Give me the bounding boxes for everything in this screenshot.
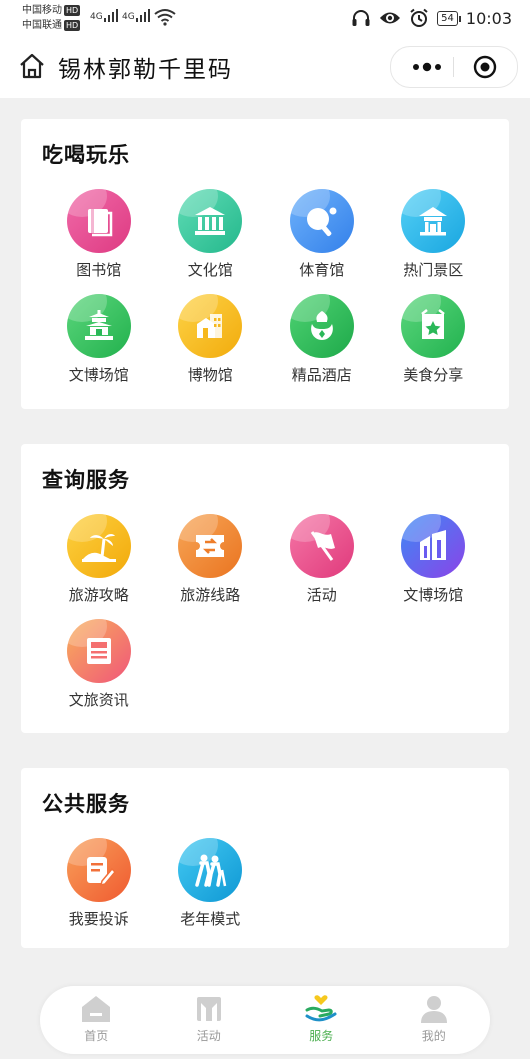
carrier-2: 中国联通	[22, 20, 62, 31]
service-travel-routes[interactable]: 旅游线路	[155, 514, 267, 605]
service-museum-venue[interactable]: 文博场馆	[43, 294, 155, 385]
hd-badge: HD	[64, 5, 81, 16]
service-label: 图书馆	[76, 261, 122, 279]
service-elderly-mode[interactable]: 老年模式	[155, 838, 267, 929]
tab-profile[interactable]: 我的	[389, 986, 479, 1054]
ticket-icon	[178, 514, 243, 578]
section-title: 查询服务	[42, 468, 130, 492]
service-label: 精品酒店	[291, 366, 352, 384]
service-travel-guide[interactable]: 旅游攻略	[43, 514, 155, 605]
service-library[interactable]: 图书馆	[43, 189, 155, 280]
service-label: 热门景区	[403, 261, 464, 279]
service-complaint[interactable]: 我要投诉	[43, 838, 155, 929]
elderly-icon	[178, 838, 243, 902]
section-food-fun: 吃喝玩乐 图书馆 文化馆 体育馆 热门景区 文博场馆 博物馆 精品酒店 美食分享	[21, 119, 509, 409]
signal-icon: 4G	[90, 8, 118, 22]
capsule-divider	[453, 57, 454, 77]
bottom-tab-bar: 首页 活动 服务 我的	[40, 986, 490, 1054]
nav-bar: 锡林郭勒千里码	[0, 36, 530, 98]
service-label: 文化馆	[187, 261, 233, 279]
hd-badge: HD	[64, 20, 81, 31]
carrier-1: 中国移动	[22, 5, 62, 16]
section-query-services: 查询服务 旅游攻略 旅游线路 活动 文博场馆 文旅资讯	[21, 444, 509, 733]
pavilion-icon	[401, 189, 466, 253]
service-label: 文博场馆	[68, 366, 129, 384]
complaint-edit-icon	[66, 838, 131, 902]
wifi-icon	[154, 9, 176, 26]
ping-pong-icon	[289, 189, 354, 253]
tab-activity[interactable]: 活动	[164, 986, 254, 1054]
newspaper-icon	[66, 619, 131, 683]
temple-icon	[66, 294, 131, 358]
service-label: 体育馆	[299, 261, 345, 279]
service-scenic-spots[interactable]: 热门景区	[378, 189, 490, 280]
service-label: 我要投诉	[68, 910, 129, 928]
home-icon[interactable]	[18, 52, 46, 80]
clock: 10:03	[465, 8, 512, 28]
status-bar: 中国移动 HD 中国联通 HD 4G 4G 54 10:03	[0, 0, 530, 36]
headphones-icon	[352, 10, 370, 26]
hotel-icon	[289, 294, 354, 358]
service-food-share[interactable]: 美食分享	[378, 294, 490, 385]
buildings-icon	[178, 294, 243, 358]
service-tab-icon	[305, 995, 337, 1022]
service-boutique-hotel[interactable]: 精品酒店	[266, 294, 378, 385]
service-label: 博物馆	[187, 366, 233, 384]
service-label: 旅游攻略	[68, 586, 129, 604]
tab-service[interactable]: 服务	[276, 986, 366, 1054]
mini-program-capsule	[390, 46, 518, 88]
activity-tab-icon	[196, 997, 221, 1021]
more-icon[interactable]	[407, 59, 447, 75]
service-gym[interactable]: 体育馆	[266, 189, 378, 280]
tab-label: 活动	[196, 1029, 221, 1043]
status-icons: 54 10:03	[351, 8, 512, 28]
service-travel-news[interactable]: 文旅资讯	[43, 619, 155, 710]
tab-home[interactable]: 首页	[51, 986, 141, 1054]
carrier-info: 中国移动 HD 中国联通 HD	[22, 3, 81, 33]
service-label: 旅游线路	[180, 586, 241, 604]
city-building-icon	[401, 514, 466, 578]
service-label: 文博场馆	[403, 586, 464, 604]
book-icon	[66, 189, 131, 253]
alarm-icon	[410, 8, 428, 27]
service-label: 文旅资讯	[68, 691, 129, 709]
eye-icon	[380, 12, 401, 24]
service-label: 活动	[306, 586, 337, 604]
food-bag-icon	[401, 294, 466, 358]
signal-icon: 4G	[122, 8, 150, 22]
service-activity[interactable]: 活动	[266, 514, 378, 605]
section-title: 吃喝玩乐	[42, 143, 130, 167]
home-tab-icon	[82, 996, 111, 1022]
service-museum[interactable]: 博物馆	[155, 294, 267, 385]
service-cultural-center[interactable]: 文化馆	[155, 189, 267, 280]
service-museum-venue-2[interactable]: 文博场馆	[378, 514, 490, 605]
page-title: 锡林郭勒千里码	[58, 57, 233, 83]
service-label: 老年模式	[180, 910, 241, 928]
section-public-services: 公共服务 我要投诉 老年模式	[21, 768, 509, 948]
section-title: 公共服务	[42, 792, 130, 816]
tab-label: 首页	[84, 1029, 109, 1043]
tab-label: 服务	[309, 1029, 334, 1043]
battery-indicator: 54	[437, 10, 461, 26]
profile-tab-icon	[420, 996, 447, 1023]
close-target-icon[interactable]	[473, 55, 497, 79]
flag-icon	[289, 514, 354, 578]
beach-icon	[66, 514, 131, 578]
museum-building-icon	[178, 189, 243, 253]
tab-label: 我的	[421, 1029, 446, 1043]
service-label: 美食分享	[403, 366, 464, 384]
